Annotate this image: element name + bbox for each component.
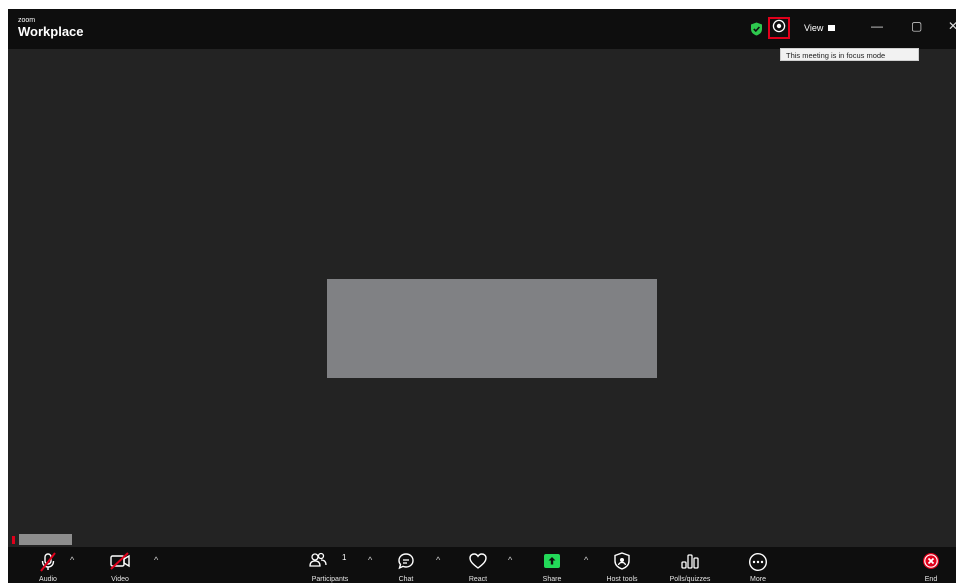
- meeting-controls-toolbar: ^ Audio ^ Video 1 ^ Participants ^ Chat …: [8, 547, 956, 583]
- react-options-caret[interactable]: ^: [508, 555, 512, 565]
- host-tools-label: Host tools: [606, 576, 638, 583]
- brand-small-text: zoom: [18, 17, 36, 24]
- share-options-caret[interactable]: ^: [584, 555, 588, 565]
- audio-button[interactable]: ^ Audio: [18, 547, 78, 583]
- view-grid-icon: [828, 25, 836, 31]
- participants-button[interactable]: 1 ^ Participants: [300, 547, 372, 583]
- chat-label: Chat: [398, 576, 414, 583]
- chat-button[interactable]: ^ Chat: [376, 547, 440, 583]
- self-view-thumbnail[interactable]: [12, 534, 72, 545]
- maximize-icon[interactable]: ▢: [911, 20, 922, 32]
- chat-options-caret[interactable]: ^: [436, 555, 440, 565]
- zoom-meeting-window: zoom Workplace View — ▢ ✕ This meeting i…: [8, 9, 956, 583]
- polls-quizzes-label: Polls/quizzes: [669, 576, 711, 583]
- focus-mode-button[interactable]: [768, 17, 790, 39]
- video-options-caret[interactable]: ^: [154, 555, 158, 565]
- share-label: Share: [542, 576, 562, 583]
- self-view-muted-indicator: [12, 535, 15, 544]
- focus-mode-tooltip: This meeting is in focus mode: [780, 48, 919, 61]
- view-button[interactable]: View: [804, 23, 836, 33]
- react-button[interactable]: ^ React: [448, 547, 512, 583]
- video-button[interactable]: ^ Video: [90, 547, 158, 583]
- share-button[interactable]: ^ Share: [522, 547, 588, 583]
- view-label: View: [804, 23, 824, 33]
- close-icon[interactable]: ✕: [948, 20, 956, 32]
- video-label: Video: [111, 576, 129, 583]
- video-placeholder: [327, 279, 657, 378]
- polls-quizzes-button[interactable]: Polls/quizzes: [660, 547, 720, 583]
- focus-mode-icon: [772, 19, 786, 38]
- security-shield-icon[interactable]: [750, 22, 763, 41]
- title-bar: zoom Workplace View — ▢ ✕: [8, 9, 956, 49]
- brand-name-text: Workplace: [18, 24, 84, 39]
- participants-label: Participants: [311, 576, 349, 583]
- audio-options-caret[interactable]: ^: [70, 555, 74, 565]
- zoom-workplace-logo: zoom Workplace: [18, 17, 84, 38]
- minimize-icon[interactable]: —: [871, 20, 883, 32]
- host-tools-button[interactable]: Host tools: [592, 547, 652, 583]
- more-label: More: [750, 576, 766, 583]
- participants-options-caret[interactable]: ^: [368, 555, 372, 565]
- audio-label: Audio: [39, 576, 57, 583]
- react-label: React: [468, 576, 488, 583]
- participants-count: 1: [342, 553, 347, 562]
- end-meeting-button[interactable]: End: [906, 547, 956, 583]
- end-label: End: [924, 576, 938, 583]
- more-button[interactable]: More: [728, 547, 788, 583]
